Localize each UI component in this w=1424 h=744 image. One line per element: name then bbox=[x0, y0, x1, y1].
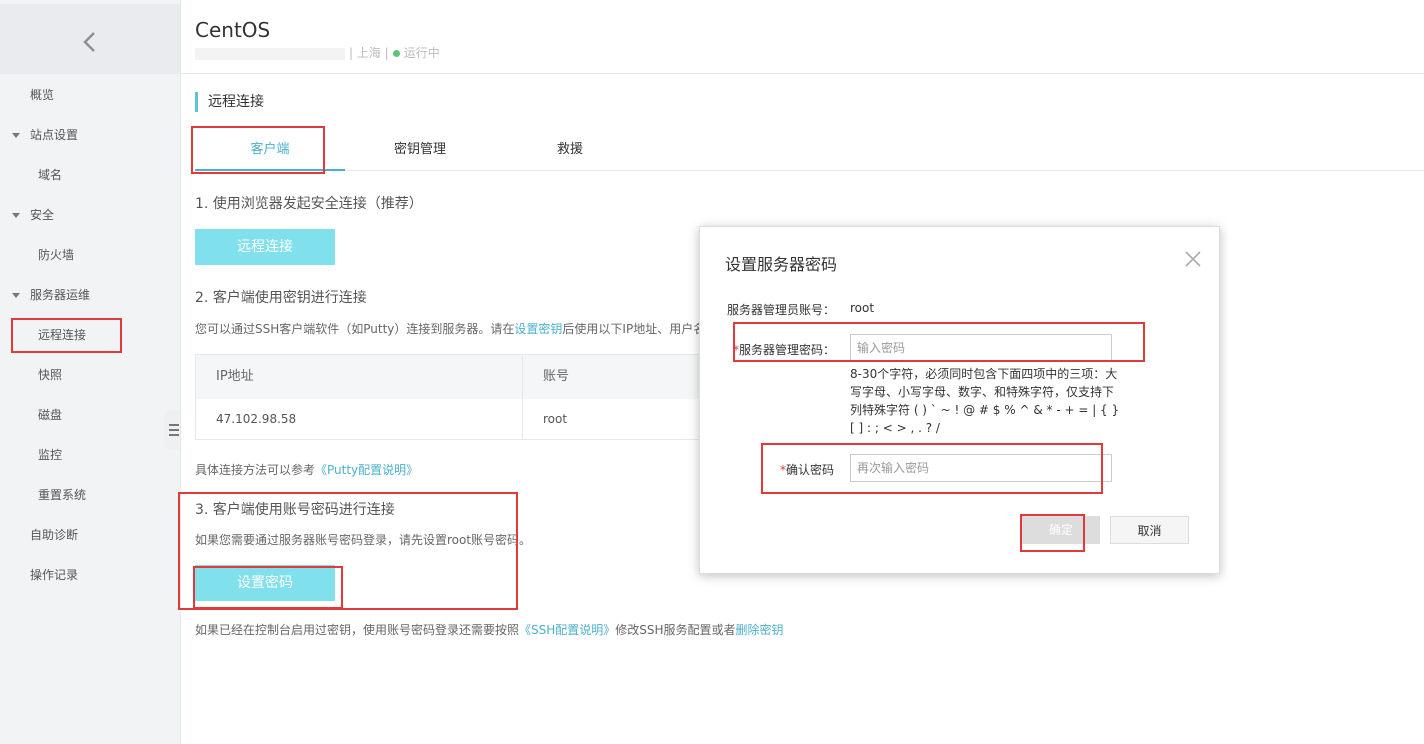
table-header-account: 账号 bbox=[523, 355, 715, 399]
sidebar: 概览 站点设置 域名 安全 防火墙 服务器运维 远程连接 快照 磁盘 监控 重置… bbox=[0, 0, 181, 744]
menu-icon-line bbox=[169, 429, 179, 431]
putty-reference: 具体连接方法可以参考《Putty配置说明》 bbox=[195, 461, 418, 478]
menu-icon-line bbox=[169, 434, 179, 436]
connection-info-table: IP地址 账号 47.102.98.58 root bbox=[195, 354, 715, 440]
sidebar-item-domain[interactable]: 域名 bbox=[38, 165, 62, 185]
sidebar-item-monitor[interactable]: 监控 bbox=[38, 445, 62, 465]
sidebar-group-site-settings[interactable]: 站点设置 bbox=[12, 125, 78, 145]
close-icon[interactable] bbox=[1183, 249, 1203, 269]
sidebar-group-label: 站点设置 bbox=[30, 128, 79, 142]
sidebar-group-security[interactable]: 安全 bbox=[12, 205, 54, 225]
caret-down-icon bbox=[12, 133, 20, 138]
instance-meta: | 上海 | 运行中 bbox=[195, 44, 440, 61]
delete-key-link[interactable]: 删除密钥 bbox=[736, 623, 784, 637]
confirm-password-label: *确认密码 bbox=[780, 461, 834, 478]
set-password-dialog: 设置服务器密码 服务器管理员账号： root *服务器管理密码： 8-30个字符… bbox=[699, 226, 1220, 574]
section-title: 远程连接 bbox=[195, 92, 264, 112]
table-cell-ip: 47.102.98.58 bbox=[216, 412, 297, 426]
divider bbox=[181, 73, 1424, 74]
step2-title: 2. 客户端使用密钥进行连接 bbox=[195, 290, 367, 306]
step3-title: 3. 客户端使用账号密码进行连接 bbox=[195, 502, 395, 518]
caret-down-icon bbox=[12, 213, 20, 218]
back-button[interactable] bbox=[0, 4, 180, 74]
putty-config-link[interactable]: 《Putty配置说明》 bbox=[315, 463, 418, 477]
page-title: CentOS bbox=[195, 18, 271, 42]
confirm-password-input[interactable] bbox=[850, 454, 1112, 482]
ssh-note-before: 如果已经在控制台启用过密钥，使用账号密码登录还需要按照 bbox=[195, 623, 520, 637]
sidebar-group-label: 安全 bbox=[30, 208, 55, 222]
step2-desc-before: 您可以通过SSH客户端软件（如Putty）连接到服务器。请在 bbox=[195, 322, 515, 336]
status-dot-icon bbox=[392, 50, 400, 57]
confirm-button[interactable]: 确定 bbox=[1022, 516, 1100, 544]
ssh-config-link[interactable]: 《SSH配置说明》 bbox=[519, 623, 615, 637]
account-value: root bbox=[850, 301, 875, 315]
menu-icon bbox=[169, 424, 179, 426]
sidebar-toggle-handle[interactable] bbox=[164, 410, 180, 450]
sidebar-item-remote-connect[interactable]: 远程连接 bbox=[38, 325, 86, 345]
password-label-text: 服务器管理密码： bbox=[739, 343, 836, 357]
step1-title: 1. 使用浏览器发起安全连接（推荐） bbox=[195, 196, 423, 212]
password-input[interactable] bbox=[850, 334, 1112, 362]
sidebar-item-snapshot[interactable]: 快照 bbox=[38, 365, 62, 385]
dialog-title: 设置服务器密码 bbox=[725, 255, 838, 274]
status-label: 运行中 bbox=[403, 46, 440, 60]
step2-description: 您可以通过SSH客户端软件（如Putty）连接到服务器。请在设置密钥后使用以下I… bbox=[195, 320, 705, 337]
confirm-label-text: 确认密码 bbox=[786, 463, 835, 477]
tab-bar: 客户端 密钥管理 救援 bbox=[195, 130, 1424, 171]
account-label: 服务器管理员账号： bbox=[727, 303, 836, 317]
caret-down-icon bbox=[12, 293, 20, 298]
password-label: *服务器管理密码： bbox=[733, 341, 835, 358]
sidebar-group-label: 服务器运维 bbox=[30, 288, 91, 302]
set-key-link[interactable]: 设置密钥 bbox=[514, 322, 562, 336]
set-password-button[interactable]: 设置密码 bbox=[195, 565, 335, 601]
cancel-button[interactable]: 取消 bbox=[1110, 516, 1189, 544]
putty-ref-text: 具体连接方法可以参考 bbox=[195, 463, 316, 477]
chevron-left-icon bbox=[83, 32, 95, 52]
ssh-note-middle: 修改SSH服务配置或者 bbox=[615, 623, 736, 637]
tab-client[interactable]: 客户端 bbox=[195, 130, 345, 171]
region-label: | 上海 | bbox=[349, 46, 389, 60]
step3-description: 如果您需要通过服务器账号密码登录，请先设置root账号密码。 bbox=[195, 533, 532, 547]
sidebar-item-reset-system[interactable]: 重置系统 bbox=[38, 485, 86, 505]
sidebar-group-server-ops[interactable]: 服务器运维 bbox=[12, 285, 90, 305]
step2-desc-after: 后使用以下IP地址、用户名 bbox=[562, 322, 706, 336]
tab-key-management[interactable]: 密钥管理 bbox=[345, 130, 495, 170]
sidebar-item-operation-log[interactable]: 操作记录 bbox=[30, 565, 78, 585]
sidebar-item-disk[interactable]: 磁盘 bbox=[38, 405, 62, 425]
sidebar-item-overview[interactable]: 概览 bbox=[30, 85, 54, 105]
table-cell-account: root bbox=[543, 412, 568, 426]
sidebar-item-firewall[interactable]: 防火墙 bbox=[38, 245, 74, 265]
remote-connect-button[interactable]: 远程连接 bbox=[195, 229, 335, 265]
tab-rescue[interactable]: 救援 bbox=[495, 130, 645, 170]
ssh-note: 如果已经在控制台启用过密钥，使用账号密码登录还需要按照《SSH配置说明》修改SS… bbox=[195, 621, 784, 638]
sidebar-item-self-diagnosis[interactable]: 自助诊断 bbox=[30, 525, 78, 545]
password-hint: 8-30个字符，必须同时包含下面四项中的三项：大写字母、小写字母、数字、和特殊字… bbox=[850, 367, 1120, 435]
redacted-instance-name bbox=[195, 47, 345, 60]
table-header-ip: IP地址 bbox=[196, 355, 522, 399]
